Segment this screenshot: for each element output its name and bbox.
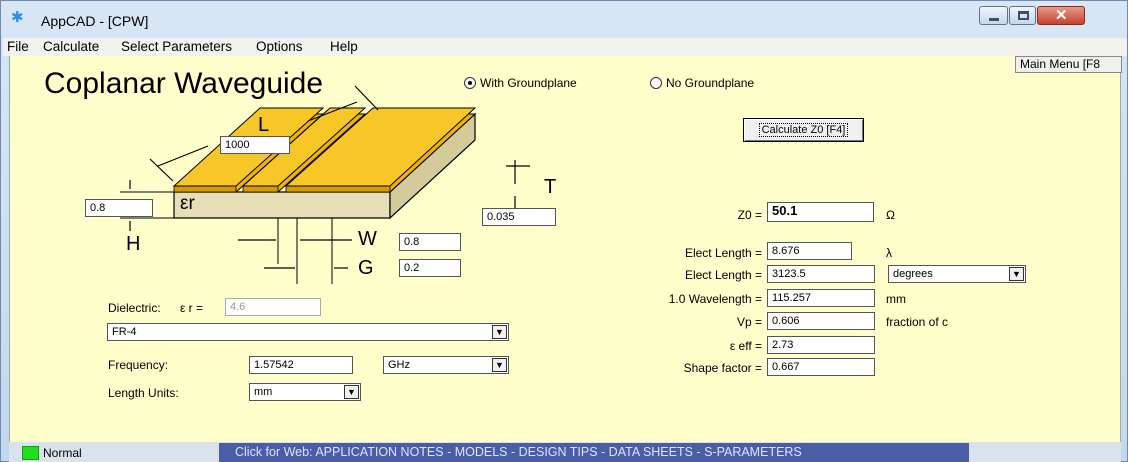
material-select[interactable]: FR-4 ▼ [107,323,509,341]
vp-output: 0.606 [767,312,875,330]
chevron-down-icon: ▼ [492,325,507,339]
width-input[interactable]: 0.8 [399,233,461,251]
shape-factor-output: 0.667 [767,358,875,376]
elect-length-deg-label: Elect Length = [684,268,762,282]
er-label: ε r = [180,301,204,315]
dielectric-label: Dielectric: [108,301,161,315]
wavelength-label: 1.0 Wavelength = [668,292,762,306]
radio-unselected-icon [650,77,662,89]
ground-right-edge [285,185,391,193]
vp-unit: fraction of c [886,315,949,329]
status-bar: Normal Click for Web: APPLICATION NOTES … [9,442,1121,462]
chevron-down-icon: ▼ [1009,267,1024,281]
elect-length-output: 8.676 [767,242,852,260]
thickness-input[interactable]: 0.035 [482,208,556,226]
frequency-unit-select[interactable]: GHz ▼ [383,356,509,374]
h-label: H [126,233,141,255]
maximize-button[interactable] [1009,6,1036,25]
menu-help[interactable]: Help [330,39,358,54]
angle-unit-select[interactable]: degrees ▼ [888,265,1026,283]
er-input[interactable]: 4.6 [225,298,321,316]
length-units-label: Length Units: [108,386,179,400]
wavelength-unit: mm [886,292,906,306]
elect-length-label: Elect Length = [684,246,762,260]
g-label: G [358,257,374,279]
menu-options[interactable]: Options [256,39,303,54]
gap-input[interactable]: 0.2 [399,259,461,277]
main-menu-button[interactable]: Main Menu [F8 [1015,56,1122,73]
chevron-down-icon: ▼ [344,385,359,399]
l-label: L [258,114,270,136]
epsilon-r-label: εr [180,193,195,214]
length-units-select[interactable]: mm ▼ [249,383,361,401]
w-label: W [358,228,377,250]
minimize-icon [989,18,999,21]
calculate-z0-button[interactable]: Calculate Z0 [F4] [743,118,864,142]
frequency-input[interactable]: 1.57542 [249,356,353,374]
length-input[interactable]: 1000 [220,136,290,154]
substrate-front [173,191,391,219]
main-panel: Coplanar Waveguide With Groundplane No G… [9,56,1122,442]
vp-label: Vp = [736,315,762,329]
close-icon: ✕ [1055,7,1068,24]
maximize-icon [1018,11,1029,20]
z0-output: 50.1 [767,202,874,222]
title-bar[interactable]: ✱ AppCAD - [CPW] ✕ [1,1,1127,38]
status-mode: Normal [43,446,82,460]
app-icon: ✱ [11,9,24,26]
z0-label: Z0 = [737,208,762,222]
eeff-output: 2.73 [767,336,875,354]
height-input[interactable]: 0.8 [85,199,153,217]
radio-no-groundplane[interactable]: No Groundplane [650,76,754,90]
t-label: T [544,176,557,198]
status-indicator-icon [22,446,39,460]
app-window: ✱ AppCAD - [CPW] ✕ File Calculate Select… [0,0,1128,462]
menu-bar: File Calculate Select Parameters Options… [3,38,1127,56]
l-extension-left [149,158,174,182]
menu-select-parameters[interactable]: Select Parameters [121,39,232,54]
z0-unit: Ω [886,208,895,222]
ground-left-edge [173,185,237,193]
shape-factor-label: Shape factor = [683,361,762,375]
frequency-label: Frequency: [108,358,169,372]
web-resources-link[interactable]: Click for Web: APPLICATION NOTES - MODEL… [219,443,969,462]
minimize-button[interactable] [979,6,1008,25]
elect-length-deg-output: 3123.5 [767,265,875,283]
eeff-label: ε eff = [729,339,762,353]
close-button[interactable]: ✕ [1037,6,1085,25]
window-title: AppCAD - [CPW] [41,13,149,29]
menu-calculate[interactable]: Calculate [43,39,99,54]
elect-length-unit: λ [886,246,892,260]
l-extension-right [354,85,379,111]
chevron-down-icon: ▼ [492,358,507,372]
center-strip-edge [242,185,279,193]
menu-file[interactable]: File [7,39,29,54]
wavelength-output: 115.257 [767,289,875,307]
